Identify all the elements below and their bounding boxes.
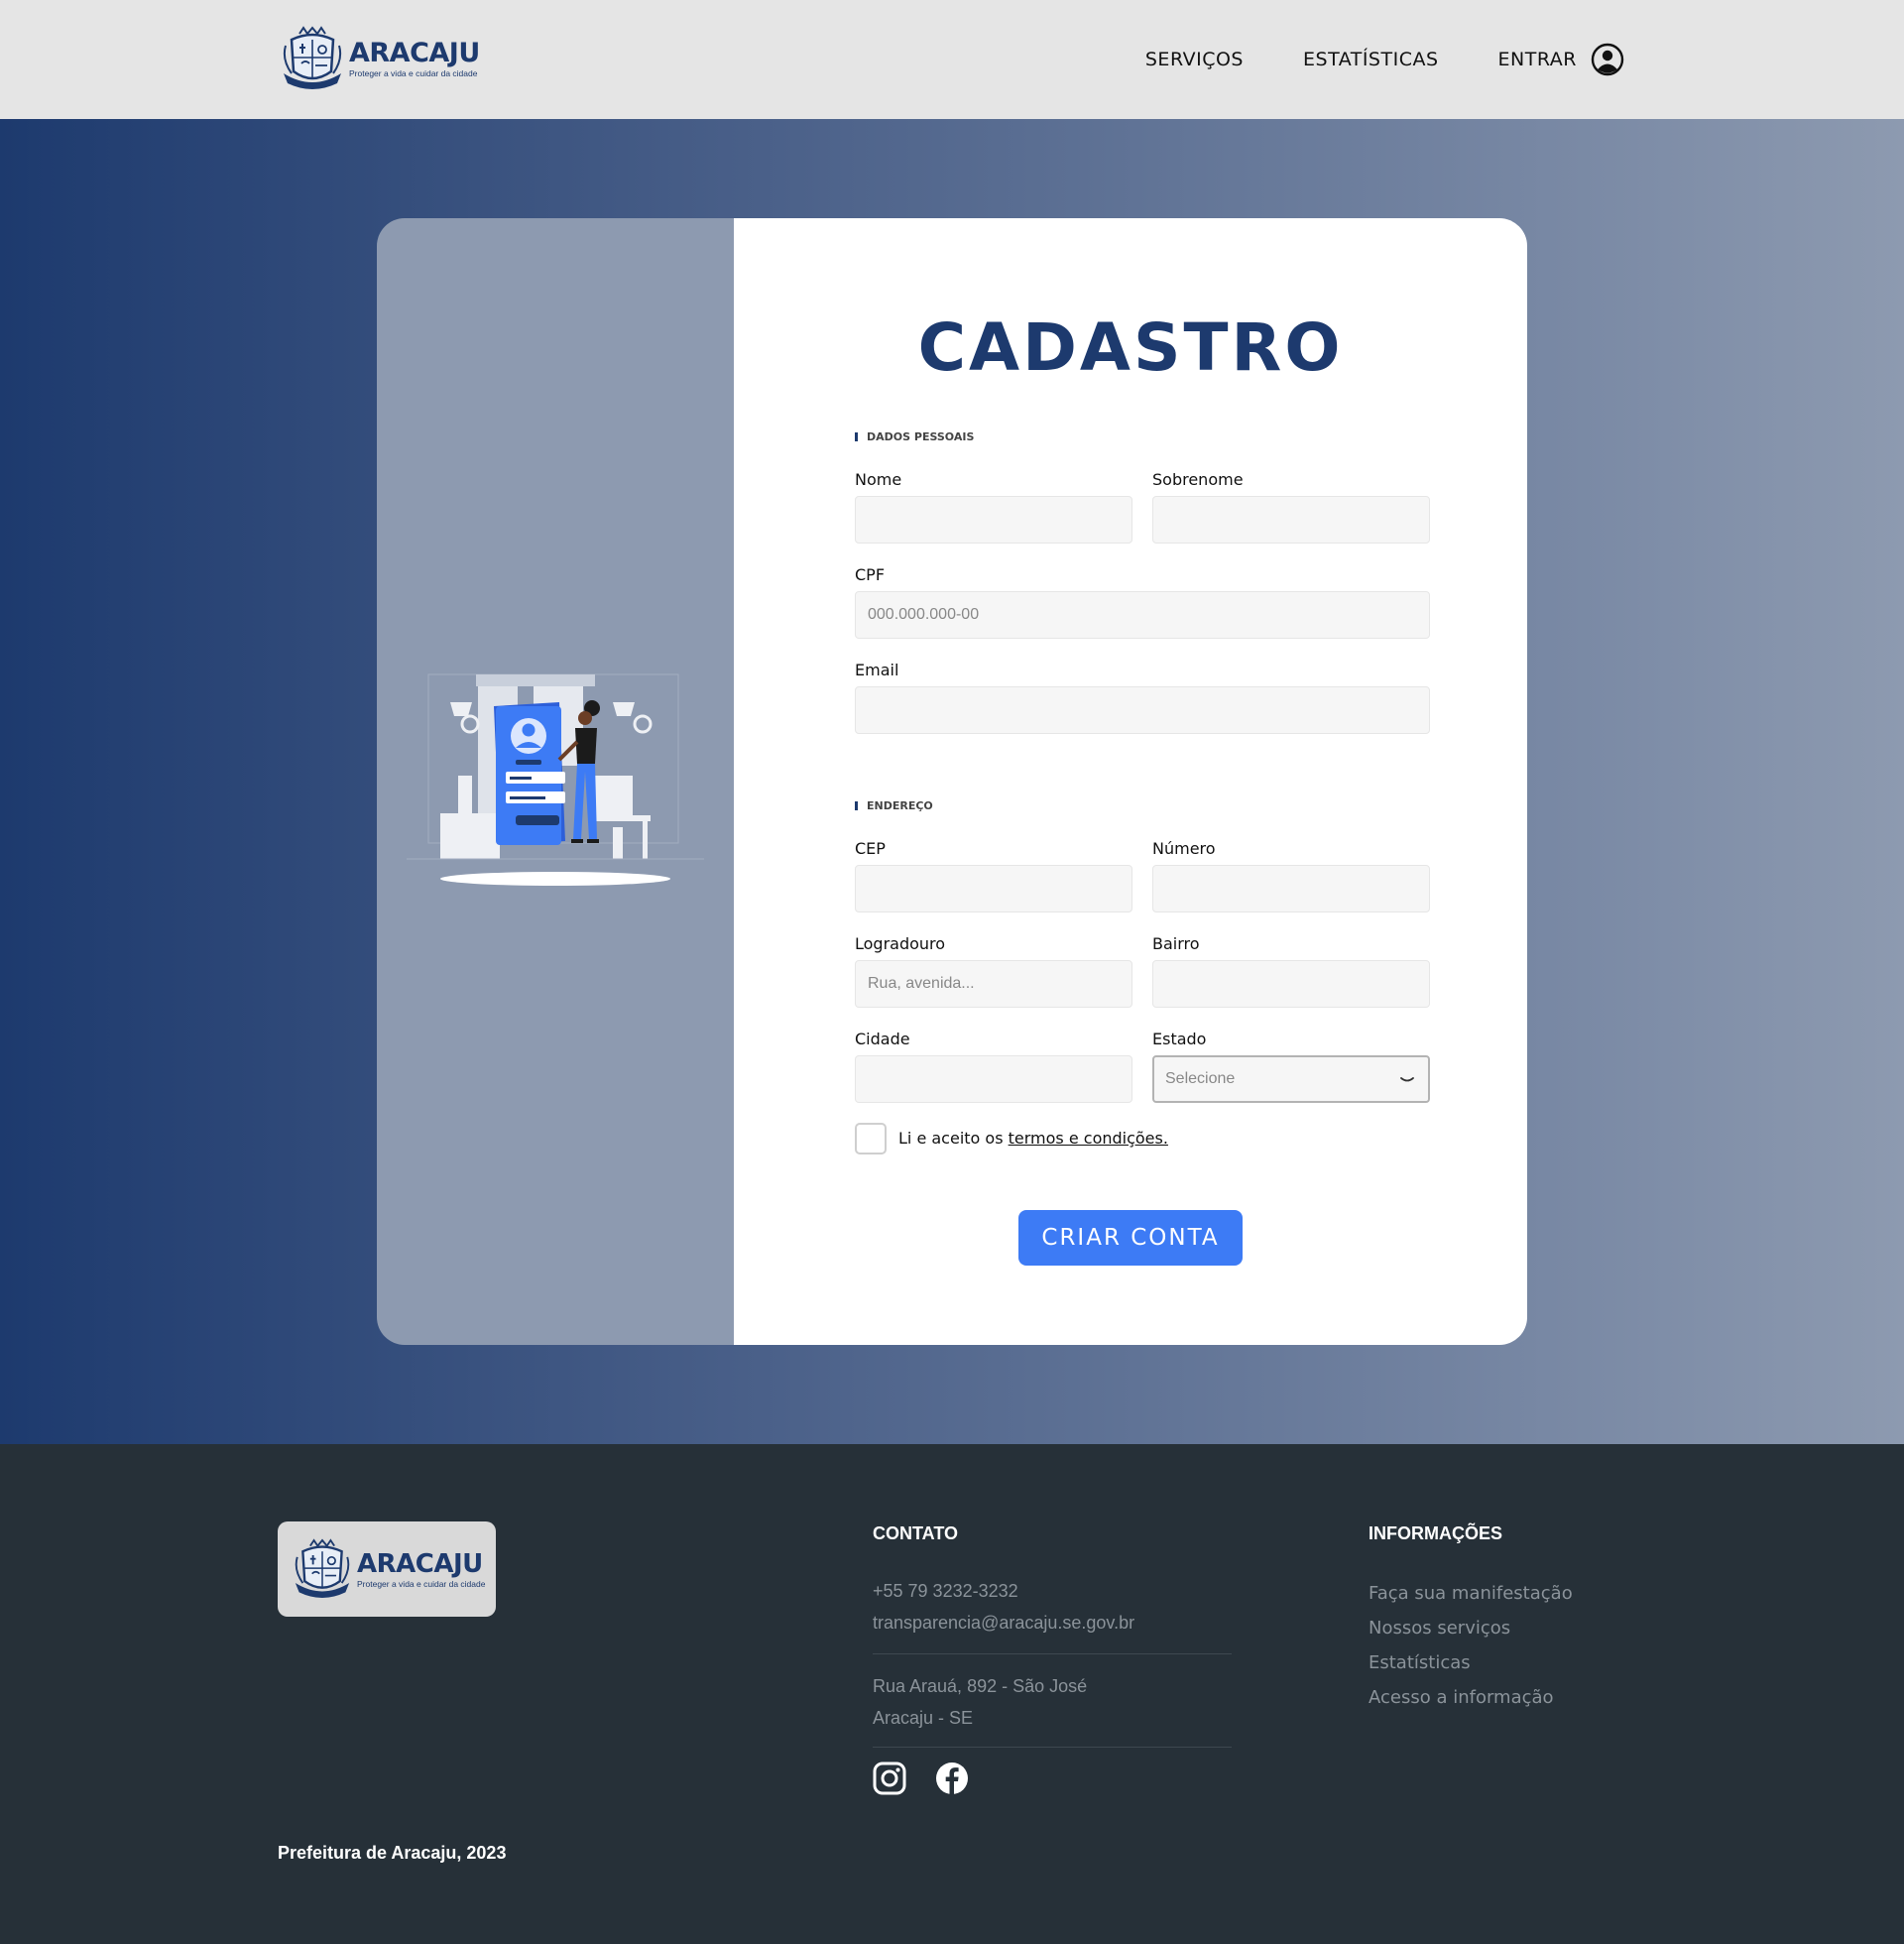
sobrenome-input[interactable] xyxy=(1152,496,1430,544)
form-panel: CADASTRO DADOS PESSOAIS Nome Sobrenome C… xyxy=(734,218,1527,1345)
contact-divider xyxy=(873,1653,1232,1654)
bairro-label: Bairro xyxy=(1152,934,1200,953)
logradouro-input[interactable] xyxy=(855,960,1132,1008)
info-link-acesso[interactable]: Acesso a informação xyxy=(1368,1687,1554,1708)
instagram-icon[interactable] xyxy=(873,1762,906,1795)
form-title: CADASTRO xyxy=(917,309,1344,386)
estado-select[interactable]: Selecione xyxy=(1152,1055,1430,1103)
bairro-input[interactable] xyxy=(1152,960,1430,1008)
estado-selected-value: Selecione xyxy=(1165,1070,1236,1087)
contact-address-line1: Rua Arauá, 892 - São José xyxy=(873,1676,1088,1696)
signup-illustration xyxy=(407,673,704,886)
user-circle-icon[interactable] xyxy=(1591,43,1624,76)
cep-label: CEP xyxy=(855,839,886,858)
numero-input[interactable] xyxy=(1152,865,1430,912)
site-logo[interactable]: ARACAJU Proteger a vida e cuidar da cida… xyxy=(282,26,480,91)
footer-logo-name: ARACAJU xyxy=(357,1549,483,1579)
city-crest-icon xyxy=(295,1538,350,1598)
contact-email: transparencia@aracaju.se.gov.br xyxy=(873,1613,1135,1633)
nav-services-link[interactable]: SERVIÇOS xyxy=(1145,49,1244,70)
contact-address-line2: Aracaju - SE xyxy=(873,1708,974,1728)
terms-checkbox[interactable] xyxy=(855,1123,887,1154)
nome-label: Nome xyxy=(855,470,902,489)
info-link-estatisticas[interactable]: Estatísticas xyxy=(1368,1652,1471,1673)
cep-input[interactable] xyxy=(855,865,1132,912)
facebook-icon[interactable] xyxy=(935,1762,969,1795)
logradouro-label: Logradouro xyxy=(855,934,946,953)
email-label: Email xyxy=(855,661,899,679)
info-link-servicos[interactable]: Nossos serviços xyxy=(1368,1618,1510,1639)
site-footer: ARACAJU Proteger a vida e cuidar da cida… xyxy=(0,1444,1904,1944)
terms-link[interactable]: termos e condições. xyxy=(1009,1129,1168,1148)
chevron-down-icon xyxy=(1400,1077,1414,1082)
hero-section: CADASTRO DADOS PESSOAIS Nome Sobrenome C… xyxy=(0,119,1904,1444)
cpf-input[interactable] xyxy=(855,591,1430,639)
logo-tagline: Proteger a vida e cuidar da cidade xyxy=(349,68,478,78)
illustration-panel xyxy=(377,218,734,1345)
email-input[interactable] xyxy=(855,686,1430,734)
nav-login-link[interactable]: ENTRAR xyxy=(1498,49,1577,70)
city-crest-icon xyxy=(283,26,342,89)
cidade-input[interactable] xyxy=(855,1055,1132,1103)
terms-text: Li e aceito os termos e condições. xyxy=(898,1129,1168,1148)
logo-name: ARACAJU xyxy=(349,38,480,68)
cidade-label: Cidade xyxy=(855,1030,910,1048)
section-address-label: ENDEREÇO xyxy=(855,799,933,812)
nav-statistics-link[interactable]: ESTATÍSTICAS xyxy=(1303,49,1439,70)
info-heading: INFORMAÇÕES xyxy=(1368,1523,1502,1543)
contact-heading: CONTATO xyxy=(873,1523,958,1543)
footer-logo: ARACAJU Proteger a vida e cuidar da cida… xyxy=(278,1521,496,1617)
contact-phone: +55 79 3232-3232 xyxy=(873,1581,1018,1601)
info-link-manifestacao[interactable]: Faça sua manifestação xyxy=(1368,1583,1573,1604)
nav-login[interactable]: ENTRAR xyxy=(1498,43,1624,76)
create-account-button[interactable]: CRIAR CONTA xyxy=(1018,1210,1243,1266)
numero-label: Número xyxy=(1152,839,1216,858)
cpf-label: CPF xyxy=(855,565,886,584)
nome-input[interactable] xyxy=(855,496,1132,544)
section-personal-label: DADOS PESSOAIS xyxy=(855,430,974,443)
footer-logo-tagline: Proteger a vida e cuidar da cidade xyxy=(357,1579,486,1589)
sobrenome-label: Sobrenome xyxy=(1152,470,1244,489)
estado-label: Estado xyxy=(1152,1030,1207,1048)
copyright-text: Prefeitura de Aracaju, 2023 xyxy=(278,1843,507,1863)
contact-divider xyxy=(873,1747,1232,1748)
terms-prefix: Li e aceito os xyxy=(898,1129,1009,1148)
main-nav: SERVIÇOS ESTATÍSTICAS ENTRAR xyxy=(1086,40,1624,79)
site-header: ARACAJU Proteger a vida e cuidar da cida… xyxy=(0,0,1904,119)
signup-card: CADASTRO DADOS PESSOAIS Nome Sobrenome C… xyxy=(377,218,1527,1345)
